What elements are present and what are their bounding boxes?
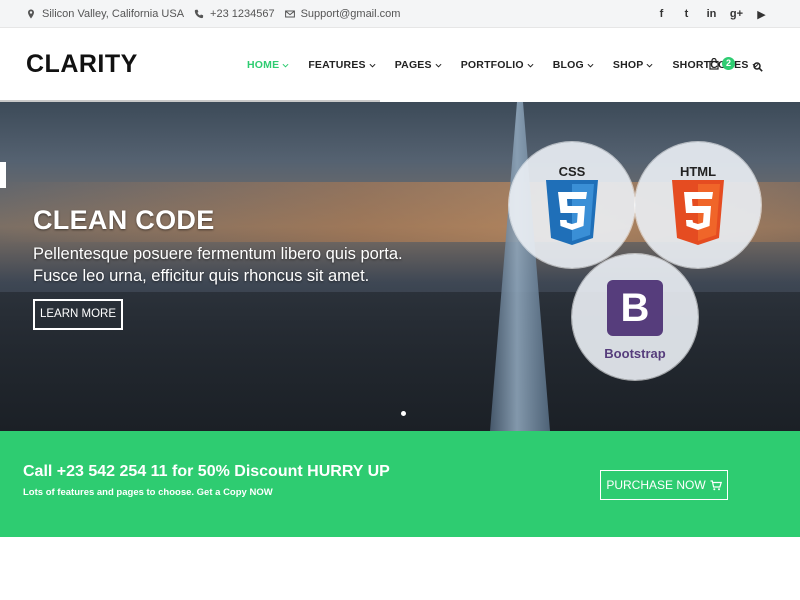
html5-label: HTML xyxy=(679,164,717,179)
page: Silicon Valley, California USA +23 12345… xyxy=(0,0,800,600)
map-marker-icon xyxy=(28,9,34,19)
cta-subtitle: Lots of features and pages to choose. Ge… xyxy=(23,487,273,498)
nav-item-label: FEATURES xyxy=(308,59,366,71)
main-nav: HOME FEATURES PAGES PORTFOLIO BLOG SHOP xyxy=(247,28,778,102)
location-text: Silicon Valley, California USA xyxy=(42,8,185,20)
side-settings-tab[interactable] xyxy=(0,162,6,188)
bootstrap-letter: B xyxy=(620,286,650,330)
hero-description: Pellentesque posuere fermentum libero qu… xyxy=(33,243,473,287)
youtube-icon[interactable]: ▶ xyxy=(749,8,774,21)
learn-more-button[interactable]: LEARN MORE xyxy=(33,299,123,330)
chevron-down-icon xyxy=(369,63,376,68)
cart-count-badge: 2 xyxy=(722,57,735,70)
html5-badge: HTML xyxy=(635,142,761,268)
bootstrap-logo-icon: B xyxy=(607,280,663,336)
hero-title: CLEAN CODE xyxy=(33,205,215,235)
nav-item-features[interactable]: FEATURES xyxy=(308,59,376,71)
linkedin-icon[interactable]: in xyxy=(699,8,724,20)
email-info[interactable]: Support@gmail.com xyxy=(284,8,401,20)
social-links: f t in g+ ▶ xyxy=(649,0,774,28)
css3-label: CSS xyxy=(558,164,586,179)
cta-title: Call +23 542 254 11 for 50% Discount HUR… xyxy=(23,463,390,480)
nav-item-label: PORTFOLIO xyxy=(460,59,524,71)
hero-line-2: Fusce leo urna, efficitur quis rhoncus s… xyxy=(33,267,370,285)
css3-badge: CSS xyxy=(509,142,635,268)
cta-banner: Call +23 542 254 11 for 50% Discount HUR… xyxy=(0,431,800,537)
chevron-down-icon xyxy=(527,63,534,68)
top-bar: Silicon Valley, California USA +23 12345… xyxy=(0,0,800,28)
nav-item-portfolio[interactable]: PORTFOLIO xyxy=(461,59,534,71)
envelope-icon xyxy=(284,10,295,18)
nav-item-blog[interactable]: BLOG xyxy=(553,59,594,71)
purchase-now-label: PURCHASE NOW xyxy=(606,478,706,492)
search-button[interactable] xyxy=(753,59,763,77)
phone-icon xyxy=(194,9,204,19)
email-link[interactable]: Support@gmail.com xyxy=(301,8,401,20)
nav-item-label: HOME xyxy=(247,59,280,71)
hero-line-1: Pellentesque posuere fermentum libero qu… xyxy=(33,245,403,263)
hero-slider: CLEAN CODE Pellentesque posuere fermentu… xyxy=(0,102,800,431)
nav-item-label: SHOP xyxy=(612,59,644,71)
search-icon xyxy=(753,62,763,72)
nav-item-home[interactable]: HOME xyxy=(247,59,289,71)
cart-button[interactable]: 2 xyxy=(709,57,735,70)
phone-info: +23 1234567 xyxy=(194,8,275,20)
main-header: CLARITY HOME FEATURES PAGES PORTFOLIO BL… xyxy=(0,28,800,102)
purchase-now-button[interactable]: PURCHASE NOW xyxy=(600,470,728,500)
chevron-down-icon xyxy=(587,63,594,68)
css3-shield-icon xyxy=(546,180,598,245)
nav-item-label: BLOG xyxy=(552,59,584,71)
html5-shield-icon xyxy=(672,180,724,245)
chevron-down-icon xyxy=(282,63,289,68)
chevron-down-icon xyxy=(646,63,653,68)
nav-item-pages[interactable]: PAGES xyxy=(395,59,442,71)
twitter-icon[interactable]: t xyxy=(674,8,699,20)
shopping-bag-icon xyxy=(709,57,719,70)
phone-text: +23 1234567 xyxy=(210,8,275,20)
google-plus-icon[interactable]: g+ xyxy=(724,8,749,20)
slider-pagination-dot[interactable] xyxy=(401,411,406,416)
contact-info: Silicon Valley, California USA +23 12345… xyxy=(26,0,410,28)
bootstrap-badge: B Bootstrap xyxy=(572,254,698,380)
nav-item-shop[interactable]: SHOP xyxy=(613,59,654,71)
location-info: Silicon Valley, California USA xyxy=(26,8,184,20)
site-logo[interactable]: CLARITY xyxy=(26,50,138,79)
nav-item-label: PAGES xyxy=(394,59,432,71)
bootstrap-label: Bootstrap xyxy=(604,346,666,361)
shopping-cart-icon xyxy=(710,479,722,490)
chevron-down-icon xyxy=(435,63,442,68)
facebook-icon[interactable]: f xyxy=(649,8,674,20)
